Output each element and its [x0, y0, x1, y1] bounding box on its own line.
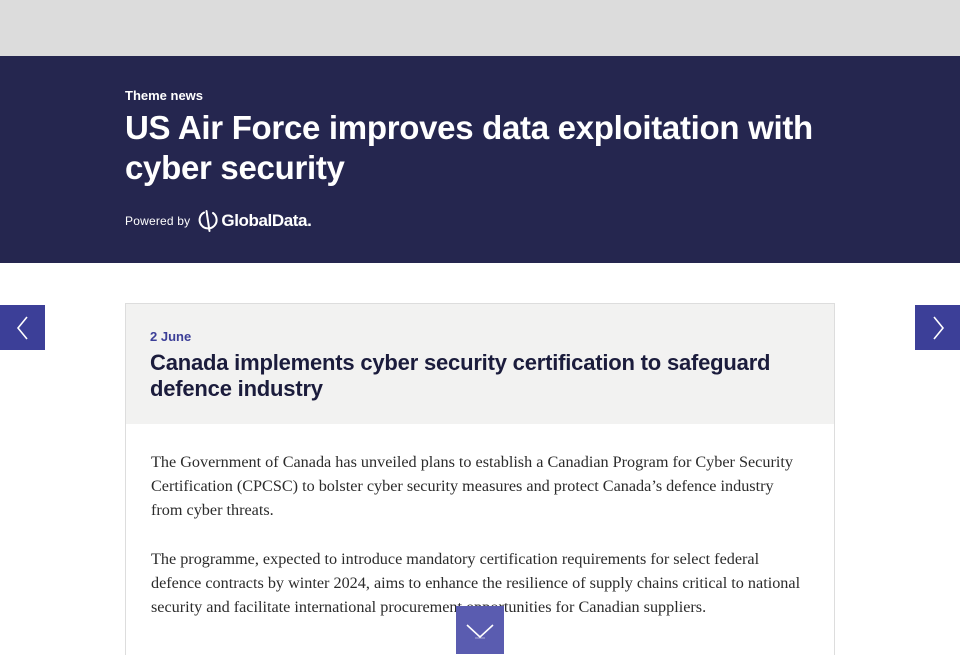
news-card-header: 2 June Canada implements cyber security …	[126, 304, 834, 424]
top-bar	[0, 0, 960, 56]
next-button[interactable]	[915, 305, 960, 350]
news-title[interactable]: Canada implements cyber security certifi…	[150, 350, 810, 402]
globaldata-logo-icon	[198, 210, 218, 232]
scroll-down-button[interactable]	[456, 606, 504, 654]
powered-by-label: Powered by	[125, 214, 191, 228]
news-date: 2 June	[150, 329, 192, 344]
news-card: 2 June Canada implements cyber security …	[125, 303, 835, 655]
section-label: Theme news	[125, 88, 204, 103]
news-body: The Government of Canada has unveiled pl…	[126, 424, 834, 619]
hero-banner: Theme news US Air Force improves data ex…	[0, 56, 960, 263]
previous-button[interactable]	[0, 305, 45, 350]
chevron-left-icon	[16, 315, 28, 340]
logo-text: GlobalData.	[221, 211, 312, 230]
chevron-down-icon	[466, 624, 494, 639]
page-title: US Air Force improves data exploitation …	[125, 109, 813, 186]
globaldata-logo[interactable]: GlobalData.	[198, 209, 312, 233]
news-paragraph: The Government of Canada has unveiled pl…	[151, 453, 793, 519]
chevron-right-icon	[932, 315, 944, 340]
powered-by: Powered by GlobalData.	[125, 206, 312, 236]
